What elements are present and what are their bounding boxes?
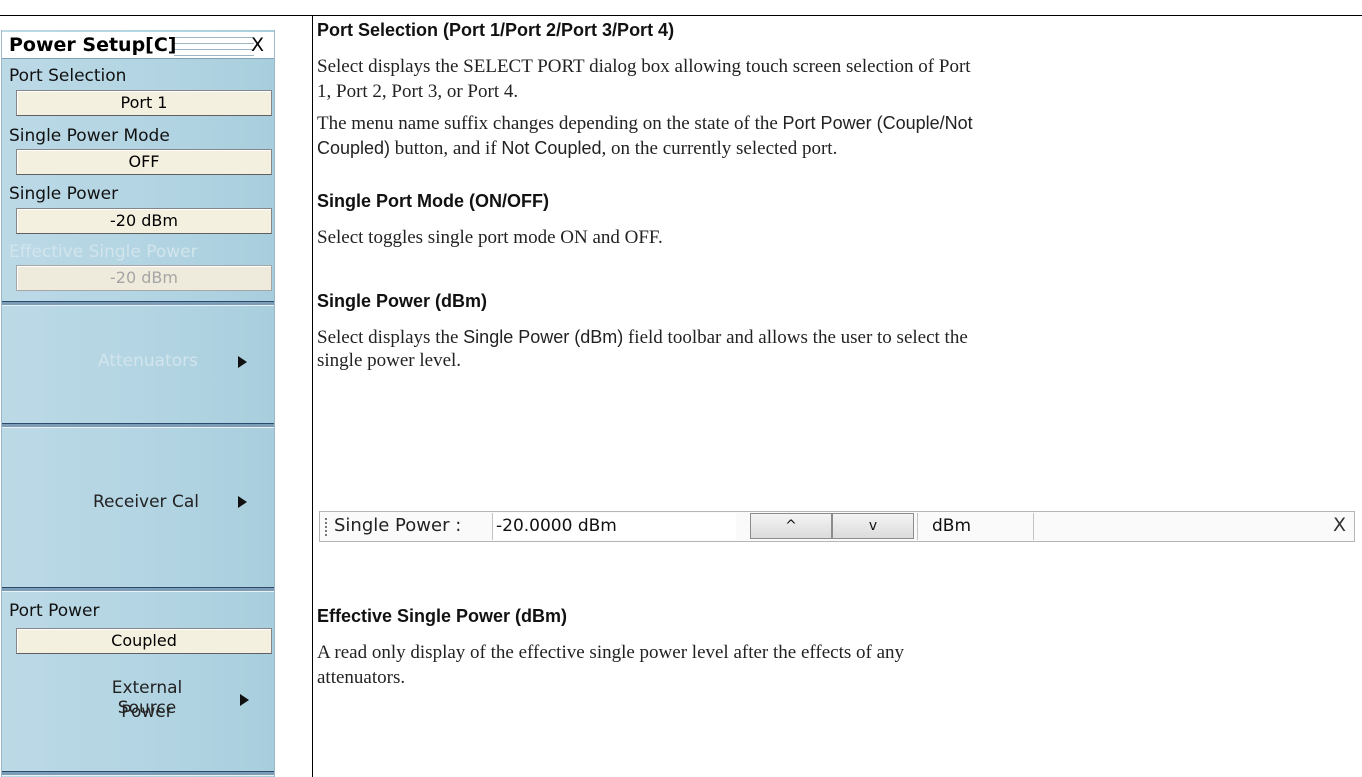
receiver-cal-label: Receiver Cal xyxy=(93,492,199,512)
port-selection-button[interactable]: Port 1 xyxy=(16,90,272,116)
effective-single-power-label: Effective Single Power xyxy=(9,242,198,262)
effective-single-power-heading: Effective Single Power (dBm) xyxy=(317,606,568,626)
menu-title-bar: Power Setup[C] X xyxy=(2,32,274,59)
effective-single-power-desc-line1: A read only display of the effective sin… xyxy=(317,642,905,663)
port-selection-heading: Port Selection (Port 1/Port 2/Port 3/Por… xyxy=(317,20,675,40)
menu-separator xyxy=(2,423,274,428)
external-source-power-label-line2: Power xyxy=(121,702,173,722)
single-power-mode-button[interactable]: OFF xyxy=(16,149,272,175)
effective-single-power-desc-line2: attenuators. xyxy=(317,667,406,688)
menu-close-button[interactable]: X xyxy=(251,34,264,56)
increment-button[interactable]: ^ xyxy=(750,513,832,539)
paragraph-text: button, and if xyxy=(390,138,502,159)
chevron-up-icon: ^ xyxy=(785,518,797,534)
single-power-button[interactable]: -20 dBm xyxy=(16,208,272,234)
single-power-input[interactable]: -20.0000 dBm xyxy=(492,513,736,540)
single-power-heading: Single Power (dBm) xyxy=(317,291,488,311)
single-port-mode-heading: Single Port Mode (ON/OFF) xyxy=(317,191,549,211)
top-rule xyxy=(0,15,1362,16)
external-source-power-submenu-arrow-icon xyxy=(240,694,249,706)
attenuators-label: Attenuators xyxy=(98,351,198,371)
port-selection-desc-line2: 1, Port 2, Port 3, or Port 4. xyxy=(317,81,519,102)
paragraph-text: field toolbar and allows the user to sel… xyxy=(623,327,968,348)
single-power-desc-line1: Select displays the Single Power (dBm) f… xyxy=(317,325,1357,350)
single-power-mode-label: Single Power Mode xyxy=(9,126,170,146)
paragraph-text: , on the currently selected port. xyxy=(601,138,838,159)
port-selection-desc-line1: Select displays the SELECT PORT dialog b… xyxy=(317,56,971,77)
attenuators-button: Attenuators xyxy=(2,307,274,419)
receiver-cal-submenu-arrow-icon xyxy=(238,496,247,508)
toolbar-grip-handle[interactable] xyxy=(325,518,327,536)
menu-separator xyxy=(2,301,274,306)
attenuators-submenu-arrow-icon xyxy=(238,356,247,368)
not-coupled-ui-ref: Not Coupled xyxy=(501,138,602,158)
toolbar-label: Single Power : xyxy=(334,515,462,536)
receiver-cal-button[interactable]: Receiver Cal xyxy=(2,429,274,587)
title-bar-stripes xyxy=(174,32,254,58)
paragraph-text: The menu name suffix changes depending o… xyxy=(317,113,783,134)
single-port-mode-desc: Select toggles single port mode ON and O… xyxy=(317,227,663,248)
decrement-button[interactable]: v xyxy=(832,513,914,539)
menu-suffix-paragraph-line1: The menu name suffix changes depending o… xyxy=(317,111,1357,136)
paragraph-text: Select displays the xyxy=(317,327,464,348)
port-power-ui-ref: Port Power (Couple/Not xyxy=(782,113,973,133)
single-power-label: Single Power xyxy=(9,184,119,204)
port-power-button[interactable]: Coupled xyxy=(16,628,272,654)
menu-title: Power Setup[C] xyxy=(9,34,177,56)
menu-suffix-paragraph-line2: Coupled) button, and if Not Coupled, on … xyxy=(317,136,1357,161)
column-divider xyxy=(312,15,313,777)
single-power-desc-line2: single power level. xyxy=(317,350,462,371)
single-power-field-toolbar: Single Power : -20.0000 dBm ^ v dBm X xyxy=(319,511,1355,542)
coupled-ui-ref: Coupled) xyxy=(317,138,391,158)
menu-separator xyxy=(2,771,274,776)
port-power-label: Port Power xyxy=(9,601,100,621)
chevron-down-icon: v xyxy=(868,518,878,534)
external-source-power-button[interactable]: External Source Power xyxy=(2,666,274,766)
power-setup-menu: Power Setup[C] X Port Selection Port 1 S… xyxy=(1,30,275,777)
units-selector[interactable]: dBm xyxy=(917,513,1034,540)
menu-separator xyxy=(2,587,274,592)
effective-single-power-field: -20 dBm xyxy=(16,265,272,291)
port-selection-label: Port Selection xyxy=(9,66,127,86)
single-power-ui-ref: Single Power (dBm) xyxy=(463,327,624,347)
toolbar-close-button[interactable]: X xyxy=(1333,514,1346,536)
